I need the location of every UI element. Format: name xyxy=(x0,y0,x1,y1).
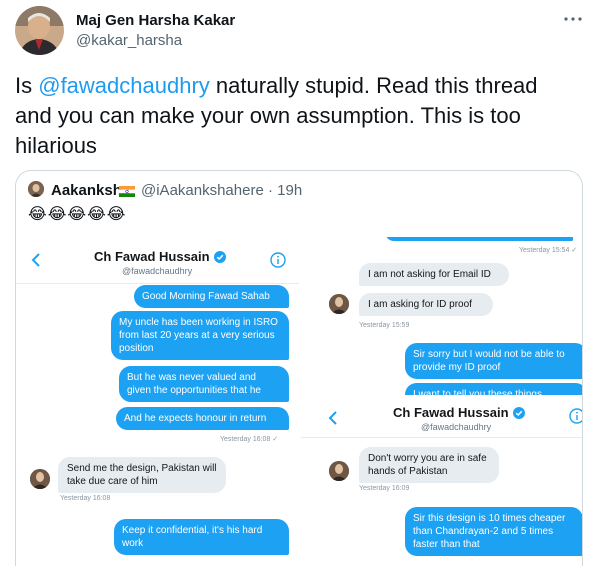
more-options-icon[interactable] xyxy=(562,12,584,26)
message-timestamp: Yesterday 16:09 xyxy=(359,485,410,492)
verified-badge-icon xyxy=(513,406,525,419)
sender-avatar xyxy=(329,294,349,314)
chat-title: Ch Fawad Hussain xyxy=(393,405,509,420)
message-bubble: Sir this design is 10 times cheaper than… xyxy=(405,507,582,556)
message-bubble: But he was never valued and given the op… xyxy=(119,366,289,402)
message-bubble: Sir sorry but I would not be able to pro… xyxy=(405,343,582,379)
message-bubble: I am not asking for Email ID xyxy=(359,263,509,286)
message-timestamp: Yesterday 15:54 ✓ xyxy=(519,247,578,254)
back-arrow-icon xyxy=(30,253,42,267)
chat-screenshot-left: Ch Fawad Hussain @fawadchaudhry Good Mor… xyxy=(16,237,299,566)
chat-screenshot-right-top: Yesterday 15:54 ✓ I am not asking for Em… xyxy=(301,237,582,399)
quoted-tweet[interactable]: Aakanksha @iAakankshahere · 19h 😂😂😂😂😂 Ch… xyxy=(15,170,583,566)
chat-handle: @fawadchaudhry xyxy=(421,422,492,432)
tweet: Maj Gen Harsha Kakar @kakar_harsha Is @f… xyxy=(0,0,597,566)
message-bubble: My uncle has been working in ISRO from l… xyxy=(111,311,289,360)
author-display-name[interactable]: Maj Gen Harsha Kakar xyxy=(76,12,235,29)
message-bubble: Good Morning Fawad Sahab xyxy=(134,285,289,308)
info-icon xyxy=(270,252,286,268)
chat-header-divider xyxy=(16,283,299,284)
tweet-text: Is @fawadchaudhry naturally stupid. Read… xyxy=(15,71,575,161)
quoted-avatar xyxy=(28,181,44,197)
info-icon xyxy=(569,408,582,424)
message-bubble: I am asking for ID proof xyxy=(359,293,493,316)
author-avatar[interactable] xyxy=(15,6,64,55)
chat-screenshot-right-bottom: Ch Fawad Hussain @fawadchaudhry Don't wo… xyxy=(301,395,582,566)
quoted-handle-time: @iAakankshahere · 19h xyxy=(141,182,303,199)
sender-avatar xyxy=(329,461,349,481)
author-handle[interactable]: @kakar_harsha xyxy=(76,32,182,49)
message-bubble: Send me the design, Pakistan will take d… xyxy=(58,457,226,493)
sender-avatar xyxy=(30,469,50,489)
chat-title: Ch Fawad Hussain xyxy=(94,249,210,264)
chat-handle: @fawadchaudhry xyxy=(122,266,193,276)
message-bubble: And he expects honour in return xyxy=(116,407,289,430)
message-timestamp: Yesterday 16:08 xyxy=(60,495,111,502)
message-bubble: Keep it confidential, it's his hard work xyxy=(114,519,289,555)
message-bubble xyxy=(385,237,573,241)
tweet-text-before: Is xyxy=(15,73,39,98)
quoted-emoji-text: 😂😂😂😂😂 xyxy=(28,206,127,223)
chat-header-divider xyxy=(301,437,582,438)
message-bubble: Don't worry you are in safe hands of Pak… xyxy=(359,447,499,483)
message-timestamp: Yesterday 16:08 ✓ xyxy=(220,436,279,443)
back-arrow-icon xyxy=(327,411,339,425)
mention-link[interactable]: @fawadchaudhry xyxy=(38,73,210,98)
verified-badge-icon xyxy=(214,250,226,263)
message-timestamp: Yesterday 15:59 xyxy=(359,322,410,329)
india-flag-icon xyxy=(119,184,135,197)
